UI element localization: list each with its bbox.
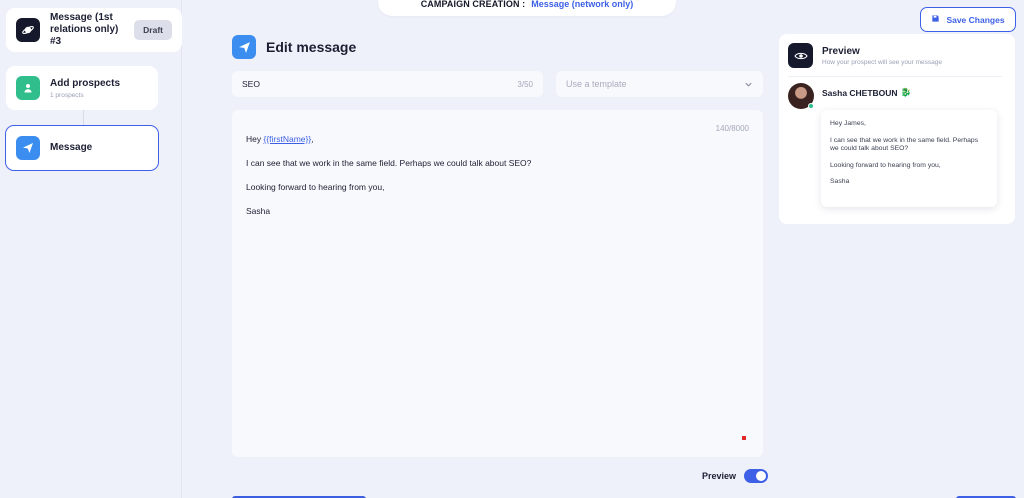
template-select[interactable]: Use a template [556, 71, 763, 97]
preview-line: Hey James, [830, 120, 866, 127]
steps-sidebar: Message (1st relations only) #3 Draft Ad… [0, 0, 182, 498]
divider [788, 76, 1002, 77]
chevron-down-icon [744, 80, 753, 89]
eye-icon [788, 43, 813, 68]
save-icon [931, 14, 940, 25]
campaign-creation-header: CAMPAIGN CREATION : Message (network onl… [378, 0, 676, 16]
sender-name: Sasha CHETBOUN 🐉 [822, 87, 912, 98]
send-icon [16, 136, 40, 160]
preview-header: Preview How your prospect will see your … [788, 43, 942, 68]
resize-handle [742, 436, 746, 440]
message-line: Looking forward to hearing from you, [246, 182, 385, 192]
step-title: Message [50, 142, 93, 153]
step-message[interactable]: Message [5, 125, 159, 171]
users-icon [16, 76, 40, 100]
draft-badge: Draft [134, 20, 172, 40]
save-label: Save Changes [946, 14, 1005, 25]
step-connector [83, 110, 84, 126]
step-add-prospects[interactable]: Add prospects 1 prospects [6, 66, 158, 110]
send-icon [232, 35, 256, 59]
message-line: Sasha [246, 206, 271, 216]
message-counter: 140/8000 [715, 124, 749, 133]
online-status-icon [808, 103, 814, 109]
dragon-emoji-icon: 🐉 [900, 87, 912, 97]
preview-toggle-label: Preview [702, 471, 737, 481]
message-body: Hey {{firstName}}, I can see that we wor… [246, 134, 531, 230]
campaign-title: Message (1st relations only) #3 [50, 12, 119, 47]
edit-message-header: Edit message [232, 35, 356, 59]
preview-panel: Preview How your prospect will see your … [779, 34, 1015, 224]
subject-input[interactable]: SEO 3/50 [232, 71, 543, 97]
message-line-greeting: Hey {{firstName}}, [246, 134, 314, 144]
message-preview-bubble: Hey James, I can see that we work in the… [821, 110, 997, 207]
message-editor[interactable]: 140/8000 Hey {{firstName}}, I can see th… [232, 110, 763, 457]
message-line: I can see that we work in the same field… [246, 158, 532, 168]
preview-toggle: Preview [702, 469, 769, 483]
step-subtitle: 1 prospects [50, 91, 84, 99]
save-changes-button[interactable]: Save Changes [920, 7, 1016, 32]
page-title: Edit message [266, 39, 357, 55]
header-label: CAMPAIGN CREATION : [420, 0, 526, 9]
firstname-variable[interactable]: {{firstName}} [263, 134, 311, 144]
subject-counter: 3/50 [517, 79, 533, 89]
planet-icon [16, 18, 40, 42]
preview-subtitle: How your prospect will see your message [822, 58, 942, 66]
campaign-card[interactable]: Message (1st relations only) #3 Draft [6, 8, 182, 52]
subject-value: SEO [242, 79, 260, 89]
header-value: Message (network only) [531, 0, 634, 9]
preview-switch[interactable] [744, 469, 769, 483]
preview-line: Looking forward to hearing from you, [830, 161, 941, 169]
template-placeholder: Use a template [566, 79, 627, 89]
preview-title: Preview [822, 45, 860, 57]
preview-line: I can see that we work in the same field… [830, 136, 979, 153]
preview-line: Sasha [830, 178, 850, 185]
step-title: Add prospects [50, 77, 121, 89]
